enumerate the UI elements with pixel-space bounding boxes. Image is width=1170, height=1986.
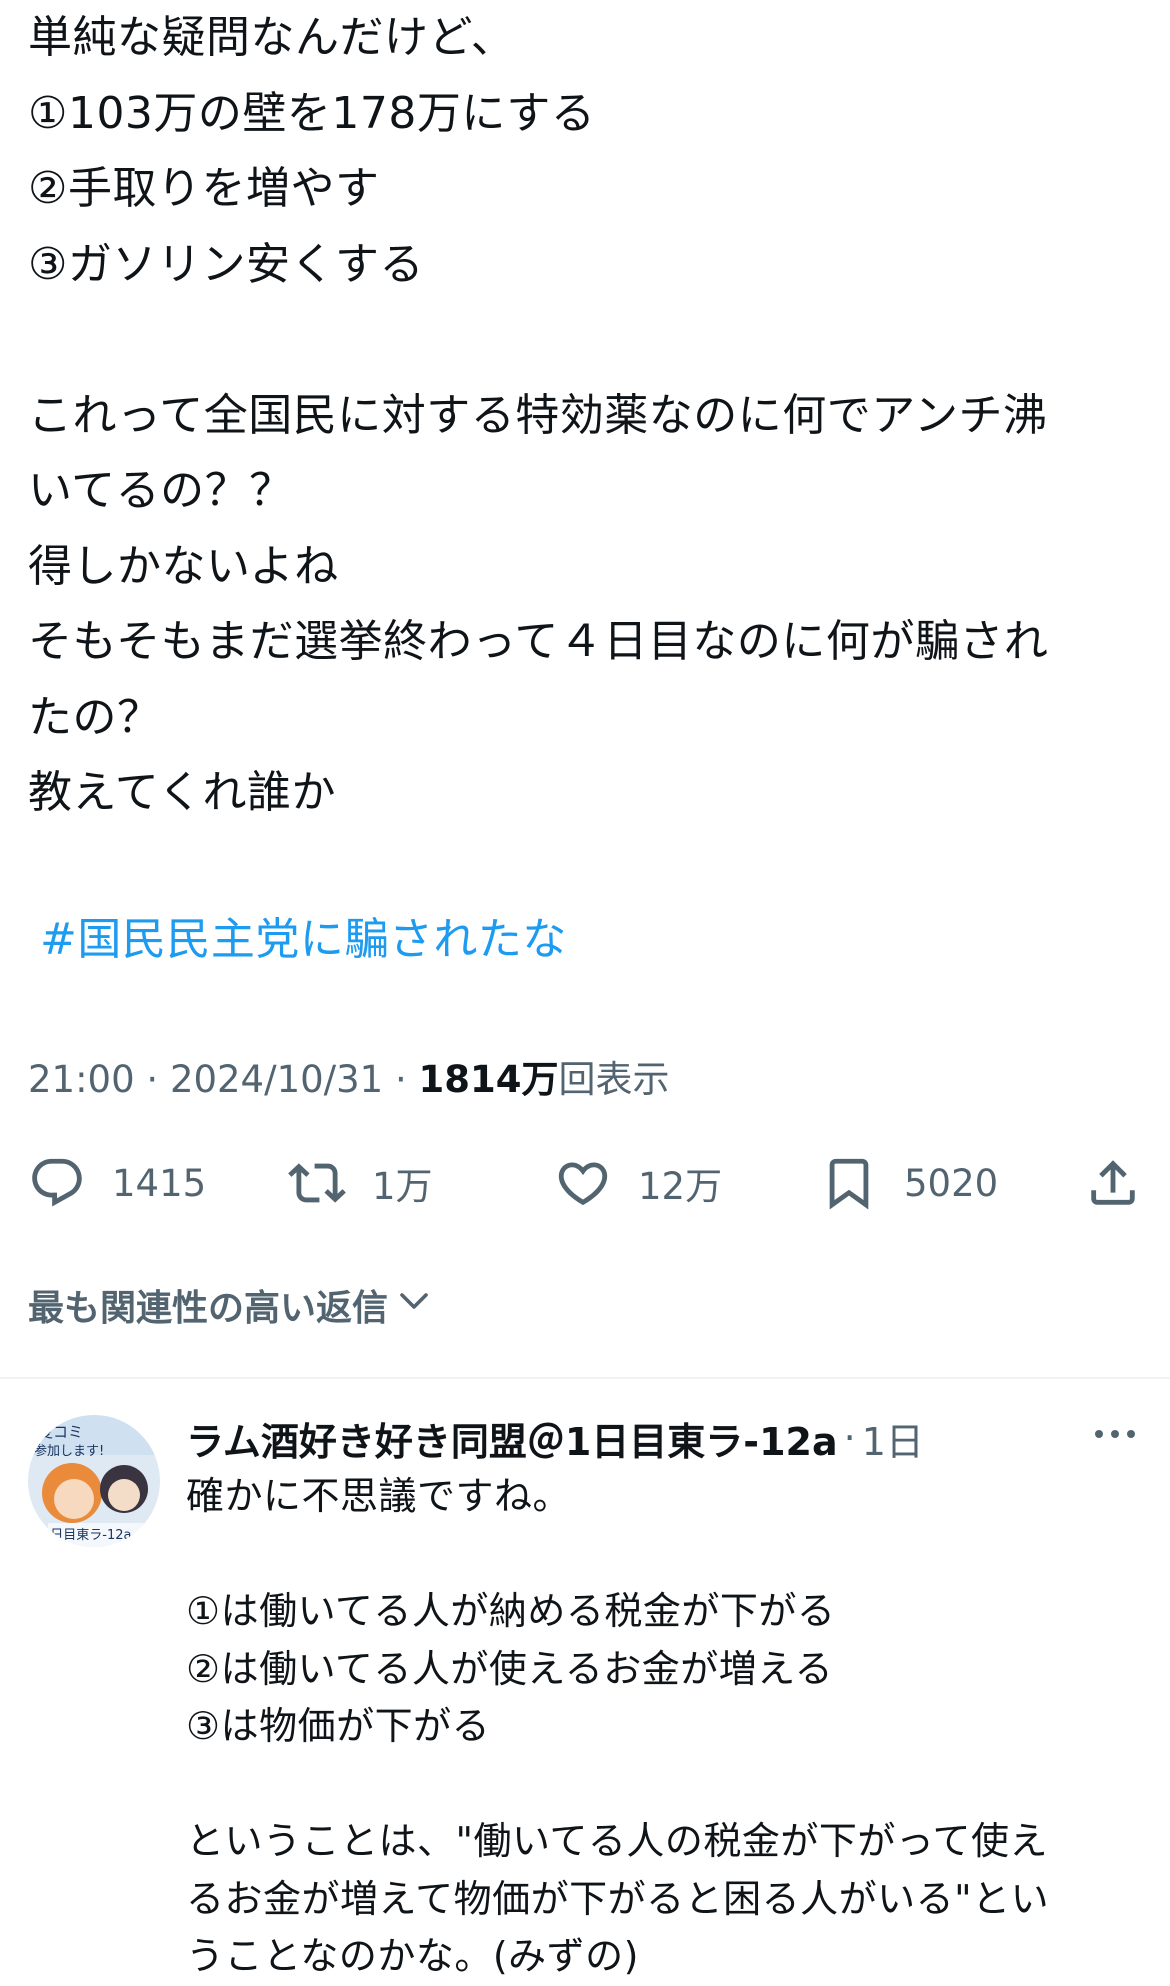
reply-text: 確かに不思議ですね。 ①は働いてる人が納める税金が下がる ②は働いてる人が使える… <box>186 1468 1146 1986</box>
tweet-text-line: 教えてくれ誰か <box>28 767 336 818</box>
tweet-time[interactable]: 21:00 <box>28 1058 135 1101</box>
like-count: 12万 <box>638 1165 723 1208</box>
reply-text-line: ②は働いてる人が使えるお金が増える <box>186 1646 834 1691</box>
avatar[interactable]: 夏コミ 参加します! 1日目東ラ-12a <box>28 1415 160 1547</box>
avatar-caption: 1日目東ラ-12a <box>42 1527 131 1543</box>
like-button[interactable]: 12万 <box>554 1150 722 1216</box>
tweet-text: 単純な疑問なんだけど、 ①103万の壁を178万にする ②手取りを増やす ③ガソ… <box>28 0 1138 831</box>
share-icon <box>1084 1154 1142 1212</box>
reply-icon <box>28 1154 86 1212</box>
tweet-text-line: これって全国民に対する特効薬なのに何でアンチ沸 <box>28 389 1048 441</box>
divider <box>0 1377 1170 1379</box>
tweet-text-line: 単純な疑問なんだけど、 <box>28 12 516 63</box>
tweet-text-line: そもそもまだ選挙終わって４日目なのに何が騙され <box>28 616 1049 667</box>
reply-text-line: るお金が増えて物価が下がると困る人がいる"とい <box>186 1876 1050 1921</box>
more-icon[interactable] <box>1090 1418 1140 1450</box>
meta-separator: · <box>134 1058 170 1101</box>
views-count[interactable]: 1814万 <box>419 1058 559 1101</box>
tweet-text-line: いてるの？？ <box>28 465 294 516</box>
reply-author-name[interactable]: ラム酒好き好き同盟＠1日目東ラ-12a <box>186 1411 838 1466</box>
bookmark-count: 5020 <box>904 1161 999 1205</box>
reply-header: ラム酒好き好き同盟＠1日目東ラ-12a · 1日 <box>186 1408 924 1468</box>
tweet-text-line: ①103万の壁を178万にする <box>28 87 596 139</box>
reply-count: 1415 <box>112 1161 207 1205</box>
avatar-caption: 参加します! <box>34 1443 104 1459</box>
tweet-text-line: たの？ <box>28 691 162 743</box>
reply-text-line: 確かに不思議ですね。 <box>186 1474 572 1518</box>
tweet-date[interactable]: 2024/10/31 <box>170 1058 383 1101</box>
bookmark-icon <box>820 1154 878 1212</box>
reply-text-line: ③は物価が下がる <box>186 1704 491 1748</box>
tweet-text-line: ③ガソリン安くする <box>28 238 424 290</box>
tweet-text-line: 得しかないよね <box>28 540 339 592</box>
reply-text-line: ①は働いてる人が納める税金が下がる <box>186 1589 836 1633</box>
reply-sort-dropdown[interactable]: 最も関連性の高い返信 <box>28 1275 432 1335</box>
reply-sort-label: 最も関連性の高い返信 <box>28 1288 389 1329</box>
meta-separator: · <box>383 1058 419 1101</box>
views-label: 回表示 <box>558 1058 670 1101</box>
chevron-down-icon <box>388 1283 432 1328</box>
share-button[interactable] <box>1084 1150 1142 1216</box>
tweet-meta: 21:00 · 2024/10/31 · 1814万回表示 <box>28 1052 669 1108</box>
heart-icon <box>554 1154 612 1212</box>
retweet-button[interactable]: 1万 <box>288 1150 433 1216</box>
hashtag-link[interactable]: #国民民主党に騙されたな <box>40 902 567 977</box>
reply-text-line: ということは、"働いてる人の税金が下がって使え <box>186 1819 1048 1863</box>
tweet-text-line: ②手取りを増やす <box>28 163 380 214</box>
retweet-icon <box>288 1154 346 1212</box>
avatar-caption: 夏コミ <box>38 1423 83 1441</box>
reply-time[interactable]: 1日 <box>862 1411 924 1466</box>
retweet-count: 1万 <box>372 1165 433 1208</box>
bookmark-button[interactable]: 5020 <box>820 1150 998 1216</box>
meta-separator: · <box>843 1416 856 1460</box>
action-bar: 1415 1万 12万 5020 <box>0 1150 1170 1216</box>
reply-button[interactable]: 1415 <box>28 1150 206 1216</box>
reply-text-line: うことなのかな。(みずの) <box>186 1934 640 1978</box>
